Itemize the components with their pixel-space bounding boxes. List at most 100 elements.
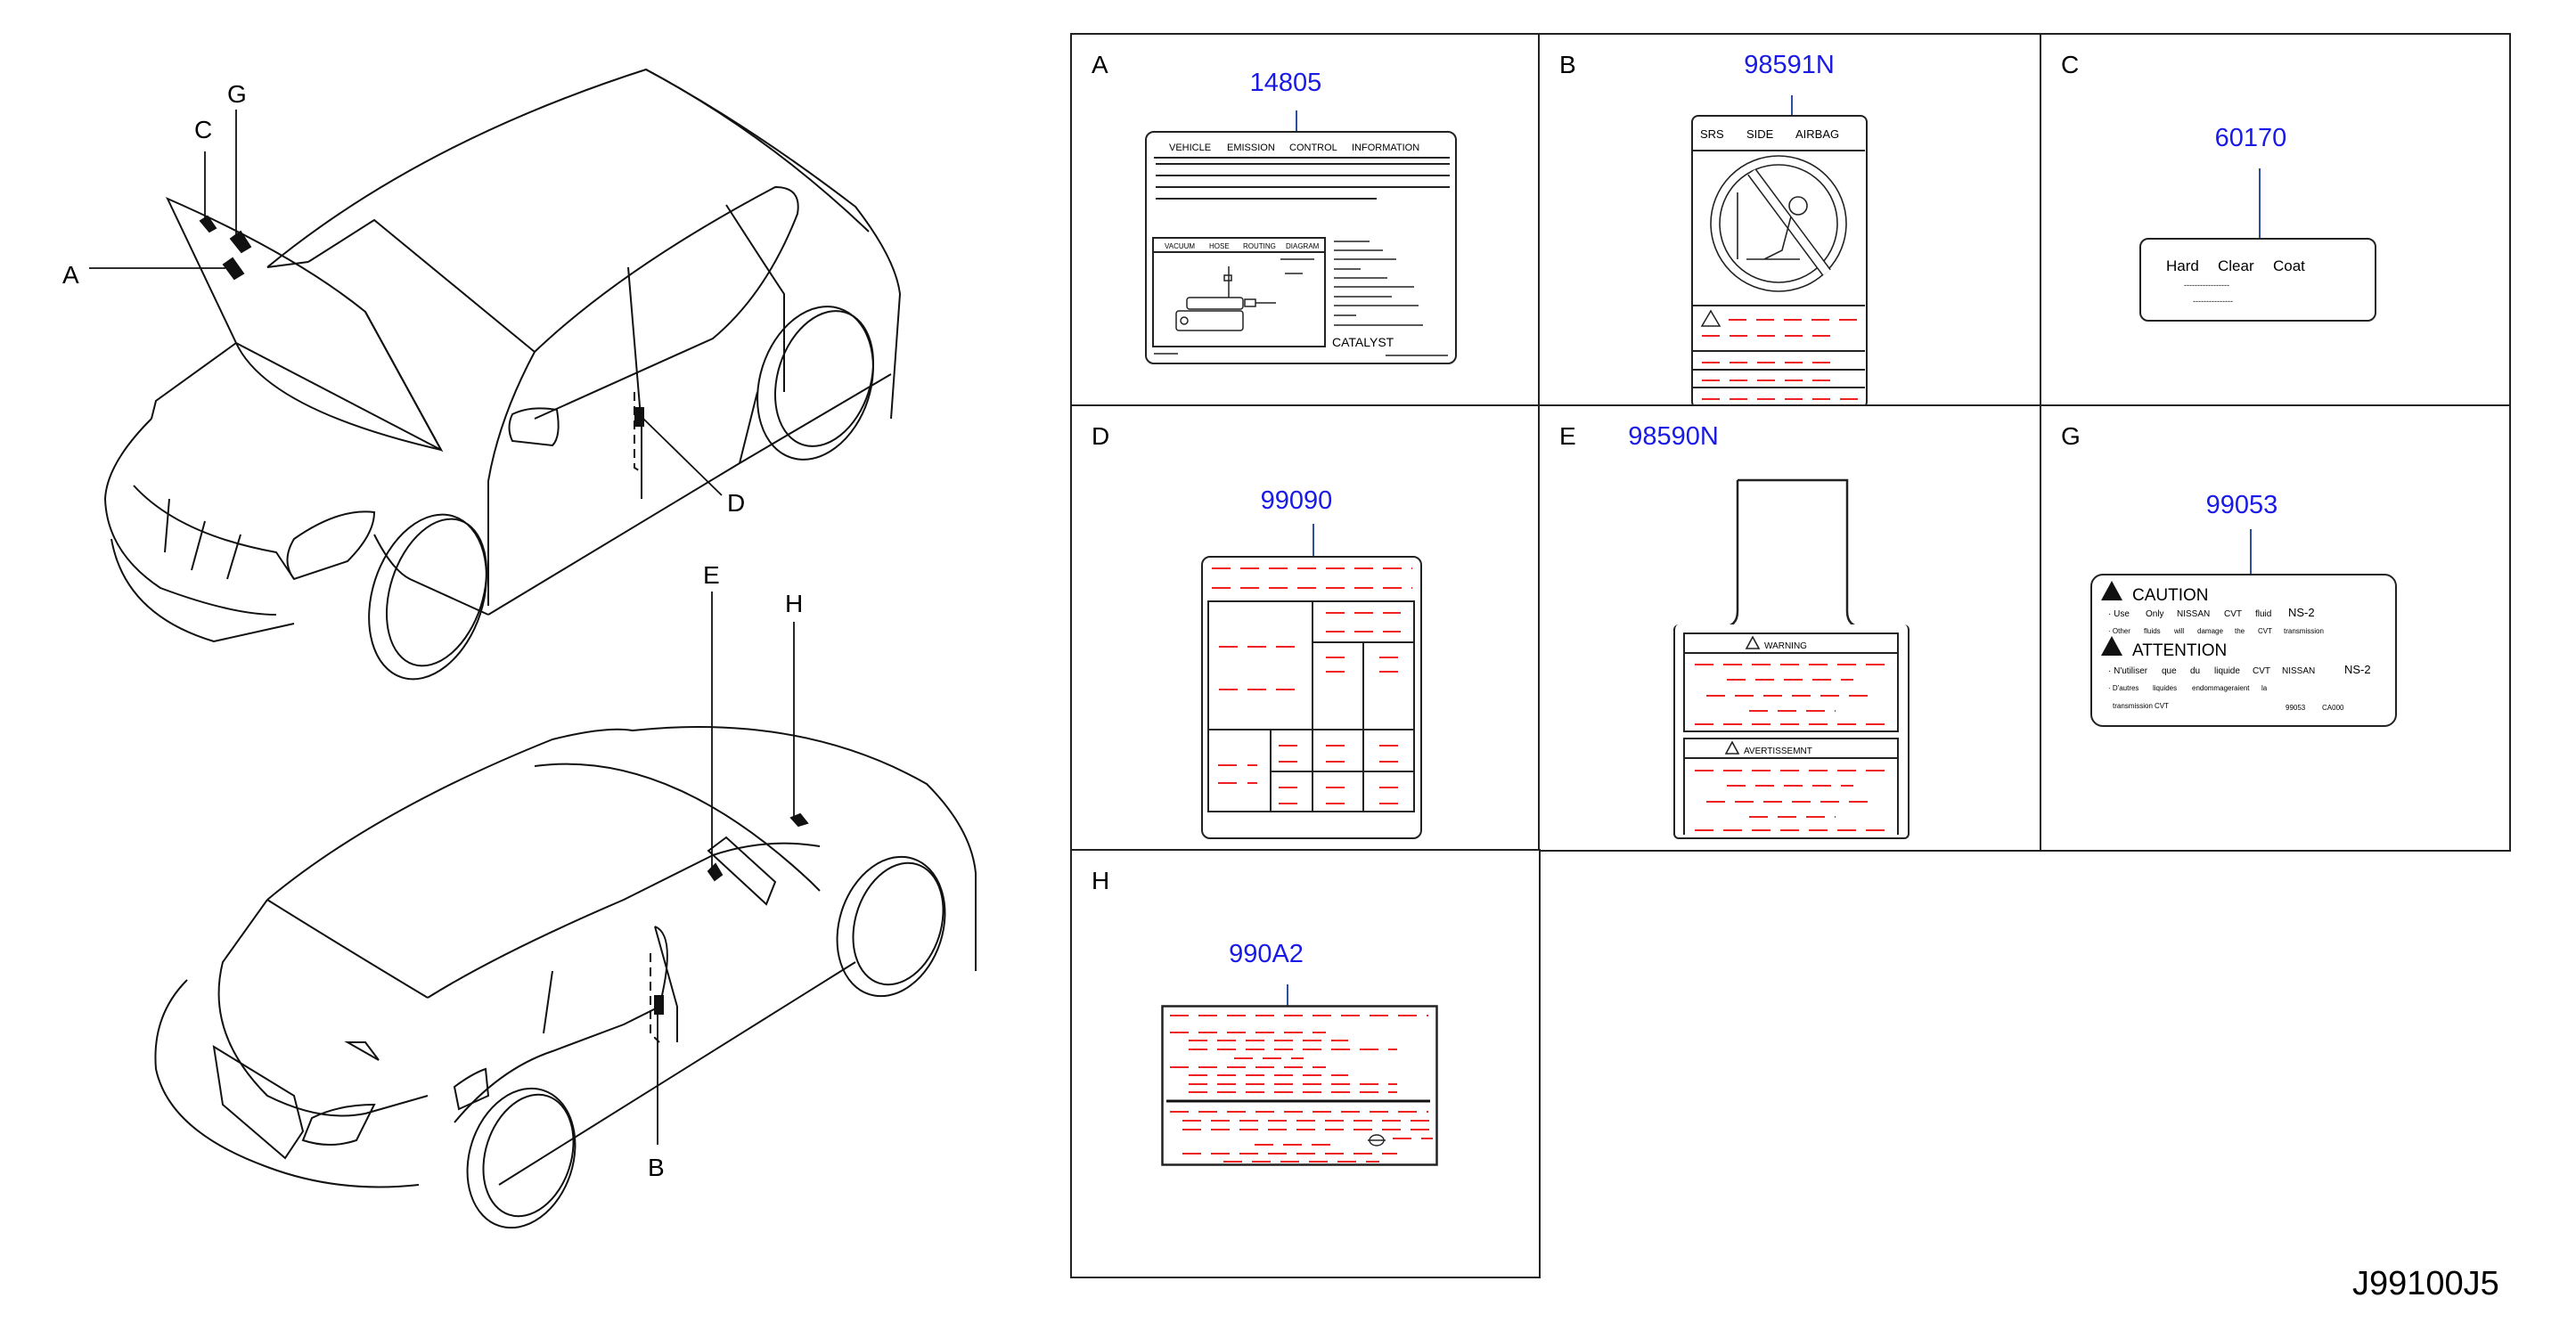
leader-line — [1313, 524, 1314, 558]
front-car-illustration — [89, 68, 902, 681]
label-tire-pressure — [1161, 1005, 1438, 1166]
part-number[interactable]: 99053 — [2206, 491, 2278, 520]
vehicle-illustrations: C G A D E H B — [62, 68, 977, 1229]
svg-text:CAUTION: CAUTION — [2132, 586, 2209, 605]
label-text: ----------------- — [2184, 281, 2229, 290]
svg-text:· Use: · Use — [2108, 609, 2130, 619]
svg-text:· N'utiliser: · N'utiliser — [2108, 666, 2148, 676]
svg-text:SIDE: SIDE — [1746, 127, 1774, 141]
svg-text:VACUUM: VACUUM — [1165, 242, 1195, 250]
tire-placard-artwork — [1207, 567, 1415, 812]
svg-text:· D'autres: · D'autres — [2108, 684, 2138, 692]
label-text: --------------- — [2193, 297, 2233, 306]
svg-text:CA000: CA000 — [2322, 704, 2344, 712]
svg-text:transmission: transmission — [2284, 627, 2324, 635]
sticker-d — [634, 407, 644, 427]
callout-b: B — [648, 1154, 665, 1181]
warning-icon — [1745, 635, 1761, 649]
svg-text:DIAGRAM: DIAGRAM — [1286, 242, 1320, 250]
svg-text:CVT: CVT — [2224, 609, 2242, 619]
panel-g: G 99053 CAUTION · Use Only NISSAN CVT fl… — [2040, 404, 2511, 852]
svg-text:liquide: liquide — [2214, 666, 2240, 676]
svg-text:INFORMATION: INFORMATION — [1352, 143, 1419, 153]
cvt-label-artwork: CAUTION · Use Only NISSAN CVT fluid NS-2… — [2101, 581, 2371, 712]
part-number[interactable]: 14805 — [1250, 69, 1322, 98]
leader-line — [1296, 110, 1297, 132]
label-text: Hard — [2166, 257, 2199, 274]
sticker-b — [654, 995, 664, 1015]
caution-icon — [2101, 581, 2122, 600]
label-grid: A 14805 VEHICLE EMISSION CONTROL INFORMA… — [1070, 33, 2511, 1278]
panel-letter: B — [1559, 51, 1576, 78]
label-tire-placard — [1201, 556, 1422, 839]
leader-line — [2259, 168, 2261, 240]
leader-line — [1287, 984, 1288, 1006]
part-number[interactable]: 98590N — [1628, 422, 1719, 452]
sticker-e — [707, 862, 724, 882]
sun-visor-label-artwork: WARNING AVERTISSEMNT — [1683, 632, 1899, 837]
svg-text:fluids: fluids — [2144, 627, 2161, 635]
svg-text:CONTROL: CONTROL — [1289, 143, 1337, 153]
svg-text:will: will — [2173, 627, 2184, 635]
panel-d: D 99090 — [1070, 404, 1541, 852]
svg-text:NS-2: NS-2 — [2288, 606, 2315, 619]
label-text: Coat — [2273, 257, 2305, 274]
warning-icon — [1724, 740, 1740, 755]
svg-text:EMISSION: EMISSION — [1227, 143, 1275, 153]
emission-label-artwork: VEHICLE EMISSION CONTROL INFORMATION VAC… — [1152, 143, 1450, 356]
callout-h: H — [785, 590, 803, 617]
svg-text:VEHICLE: VEHICLE — [1169, 143, 1211, 153]
svg-text:que: que — [2162, 666, 2177, 676]
sticker-a — [222, 257, 245, 281]
svg-text:ATTENTION: ATTENTION — [2132, 641, 2227, 660]
panel-letter: E — [1559, 422, 1576, 450]
panel-b: B 98591N SRS SIDE AIRBAG — [1538, 33, 2042, 409]
part-number[interactable]: 60170 — [2215, 124, 2287, 153]
label-sun-visor-body: WARNING AVERTISSEMNT — [1673, 624, 1910, 839]
part-number[interactable]: 98591N — [1744, 51, 1835, 80]
svg-text:ROUTING: ROUTING — [1243, 242, 1276, 250]
svg-text:AIRBAG: AIRBAG — [1795, 127, 1839, 141]
svg-text:damage: damage — [2197, 627, 2223, 635]
svg-text:HOSE: HOSE — [1209, 242, 1230, 250]
svg-text:NISSAN: NISSAN — [2282, 666, 2315, 676]
leader-line — [2250, 529, 2252, 575]
callout-g: G — [227, 80, 247, 108]
panel-a: A 14805 VEHICLE EMISSION CONTROL INFORMA… — [1070, 33, 1541, 407]
panel-e: E 98590N WARNING AVERTISSEMNT — [1538, 404, 2042, 852]
panel-letter: A — [1092, 51, 1108, 78]
no-child-icon — [1710, 155, 1847, 292]
rear-car-illustration — [154, 592, 977, 1229]
caution-icon — [2101, 636, 2122, 656]
part-number[interactable]: 99090 — [1261, 486, 1333, 516]
svg-text:NISSAN: NISSAN — [2177, 609, 2210, 619]
sticker-g — [229, 230, 252, 254]
panel-h: H 990A2 — [1070, 849, 1541, 1278]
panel-letter: D — [1092, 422, 1110, 450]
leader-line — [1791, 95, 1793, 117]
label-emission-info: VEHICLE EMISSION CONTROL INFORMATION VAC… — [1145, 131, 1457, 364]
panel-letter: G — [2061, 422, 2081, 450]
panel-letter: C — [2061, 51, 2080, 78]
svg-text:CATALYST: CATALYST — [1332, 335, 1394, 349]
label-hard-clear-coat: Hard Clear Coat ----------------- ------… — [2139, 238, 2376, 322]
svg-text:la: la — [2261, 684, 2268, 692]
panel-letter: H — [1092, 867, 1110, 894]
svg-text:SRS: SRS — [1700, 127, 1724, 141]
label-text: Clear — [2218, 257, 2254, 274]
svg-text:CVT: CVT — [2155, 702, 2169, 710]
svg-text:endommageraient: endommageraient — [2192, 684, 2250, 692]
svg-text:AVERTISSEMNT: AVERTISSEMNT — [1744, 747, 1812, 756]
svg-text:NS-2: NS-2 — [2344, 663, 2371, 676]
svg-text:WARNING: WARNING — [1764, 641, 1807, 651]
airbag-label-artwork: SRS SIDE AIRBAG — [1693, 127, 1865, 400]
drawing-number: J99100J5 — [2352, 1265, 2499, 1302]
svg-text:· Other: · Other — [2108, 627, 2130, 635]
callout-e: E — [703, 561, 720, 589]
part-number[interactable]: 990A2 — [1229, 940, 1304, 969]
svg-text:CVT: CVT — [2258, 627, 2272, 635]
svg-text:du: du — [2190, 666, 2200, 676]
svg-text:liquides: liquides — [2153, 684, 2177, 692]
label-srs-side-airbag: SRS SIDE AIRBAG — [1691, 115, 1868, 409]
svg-text:the: the — [2235, 627, 2245, 635]
